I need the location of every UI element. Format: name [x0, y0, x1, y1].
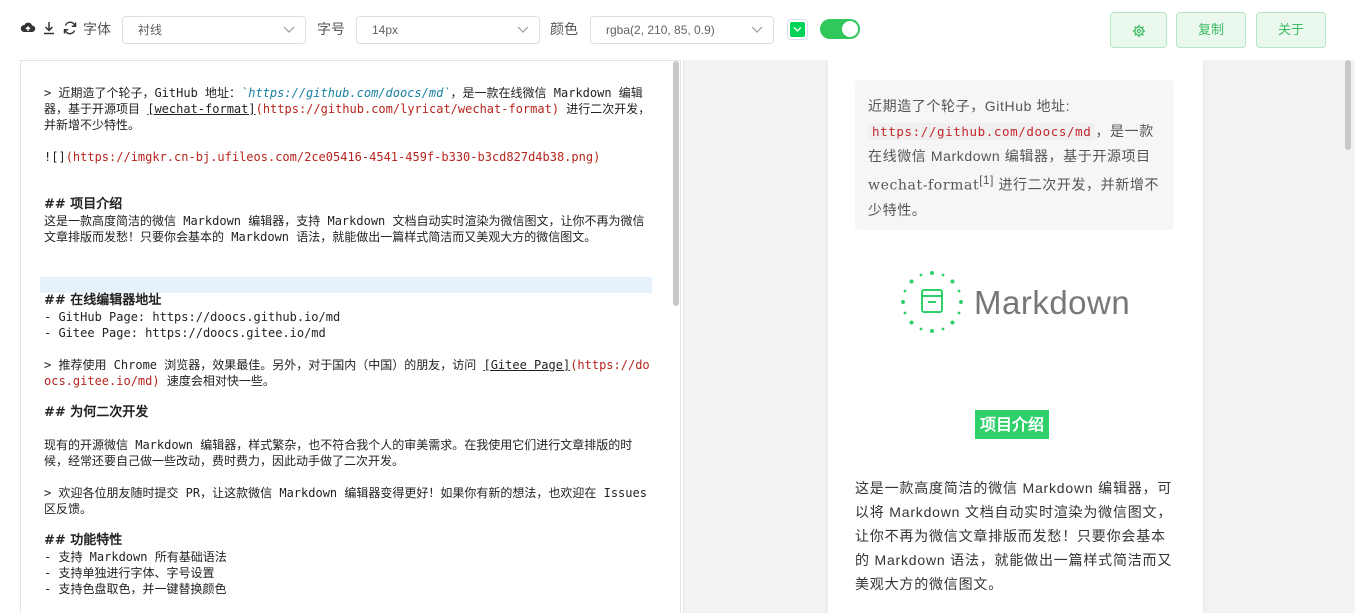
editor-heading: ## 在线编辑器地址 — [44, 293, 162, 308]
refresh-icon[interactable] — [62, 20, 78, 36]
editor-line: 现有的开源微信 Markdown 编辑器，样式繁杂，也不符合我个人的审美需求。在… — [44, 438, 633, 468]
editor-line: > 近期造了个轮子，GitHub 地址：`https://github.com/… — [44, 86, 651, 132]
editor-scrollbar[interactable] — [673, 61, 679, 306]
editor-content[interactable]: > 近期造了个轮子，GitHub 地址：`https://github.com/… — [44, 85, 654, 597]
settings-button[interactable] — [1110, 12, 1167, 48]
font-label: 字体 — [83, 21, 111, 37]
gear-icon — [1132, 24, 1146, 38]
editor-line: - GitHub Page: https://doocs.github.io/m… — [44, 310, 341, 324]
preview-blockquote: 近期造了个轮子，GitHub 地址: https://github.com/do… — [855, 80, 1174, 230]
preview-page: 近期造了个轮子，GitHub 地址: https://github.com/do… — [828, 60, 1203, 613]
markdown-logo-icon — [901, 271, 963, 333]
theme-toggle[interactable] — [820, 19, 860, 39]
editor-heading: ## 功能特性 — [44, 533, 123, 548]
color-swatch-fill — [790, 22, 805, 37]
chevron-down-icon — [751, 26, 763, 33]
preview-paragraph: 这是一款高度简洁的微信 Markdown 编辑器，可以将 Markdown 文档… — [855, 480, 1173, 592]
size-label: 字号 — [317, 21, 345, 37]
editor-line: - 支持色盘取色，并一键替换颜色 — [44, 582, 227, 596]
preview-pane: 近期造了个轮子，GitHub 地址: https://github.com/do… — [683, 60, 1355, 613]
upload-icon[interactable] — [20, 20, 36, 36]
editor-line: > 推荐使用 Chrome 浏览器，效果最佳。另外，对于国内（中国）的朋友，访问… — [44, 358, 650, 388]
font-size-select[interactable]: 14px — [356, 16, 540, 44]
color-picker[interactable] — [787, 19, 808, 40]
download-icon[interactable] — [41, 20, 57, 36]
color-label: 颜色 — [550, 21, 578, 37]
inline-code: https://github.com/doocs/md — [868, 122, 1096, 140]
toolbar: 字体 衬线 字号 14px 颜色 rgba(2, 210, 85, 0.9) 复… — [0, 0, 1355, 60]
markdown-editor[interactable]: > 近期造了个轮子，GitHub 地址：`https://github.com/… — [20, 60, 681, 613]
editor-line: > 欢迎各位朋友随时提交 PR，让这款微信 Markdown 编辑器变得更好！如… — [44, 486, 647, 516]
editor-line: 这是一款高度简洁的微信 Markdown 编辑器，支持 Markdown 文档自… — [44, 214, 645, 244]
preview-scrollbar[interactable] — [1345, 60, 1351, 150]
footnote-ref: [1] — [979, 173, 994, 187]
chevron-down-icon — [283, 26, 295, 33]
chevron-down-icon — [517, 26, 529, 33]
font-size-value: 14px — [372, 23, 399, 37]
editor-heading: ## 项目介绍 — [44, 197, 123, 212]
logo-text: Markdown — [974, 284, 1131, 321]
editor-line: - Gitee Page: https://doocs.gitee.io/md — [44, 326, 326, 340]
color-value: rgba(2, 210, 85, 0.9) — [606, 23, 715, 37]
about-button[interactable]: 关于 — [1256, 12, 1326, 48]
chevron-down-icon — [793, 27, 802, 32]
font-family-select[interactable]: 衬线 — [122, 16, 306, 44]
font-family-value: 衬线 — [138, 23, 163, 37]
editor-heading: ## 为何二次开发 — [44, 405, 149, 420]
preview-heading: 项目介绍 — [975, 410, 1050, 439]
editor-line: - 支持 Markdown 所有基础语法 — [44, 550, 227, 564]
copy-button[interactable]: 复制 — [1176, 12, 1246, 48]
toggle-knob — [842, 21, 858, 37]
markdown-logo-image: Markdown — [900, 270, 1150, 334]
editor-line: ![](https://imgkr.cn-bj.ufileos.com/2ce0… — [44, 150, 601, 164]
color-select[interactable]: rgba(2, 210, 85, 0.9) — [590, 16, 774, 44]
preview-link[interactable]: wechat-format — [868, 177, 979, 193]
editor-line: - 支持单独进行字体、字号设置 — [44, 566, 215, 580]
